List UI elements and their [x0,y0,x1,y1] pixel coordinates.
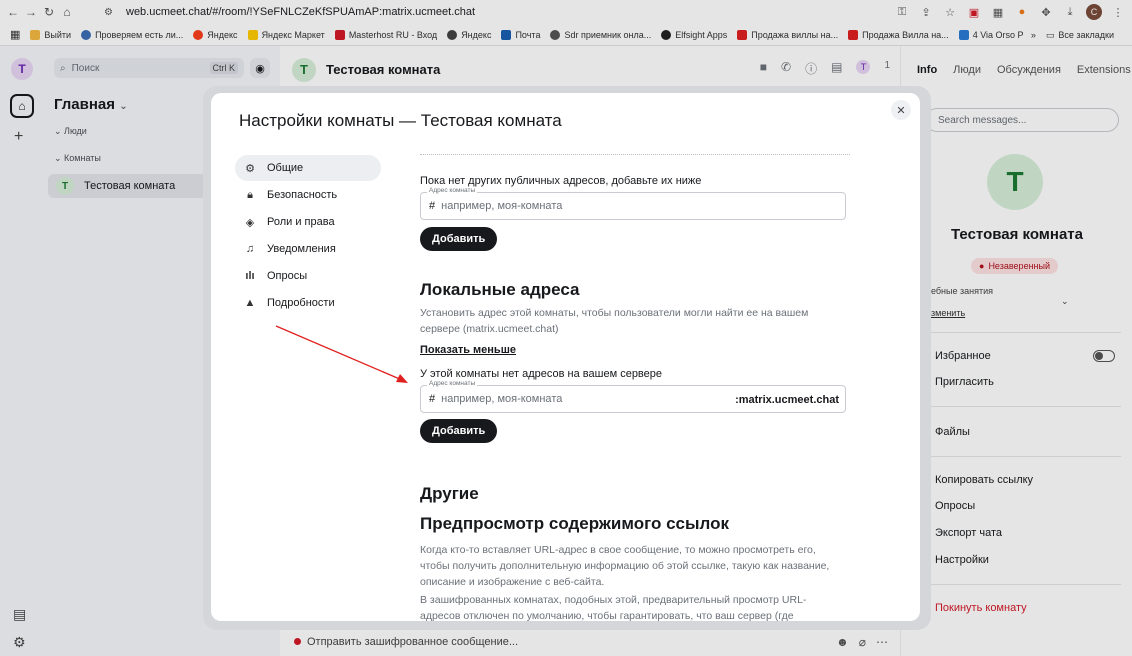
arrow-line [275,325,403,381]
annotation-arrow [275,325,408,383]
arrow-head [396,374,408,383]
